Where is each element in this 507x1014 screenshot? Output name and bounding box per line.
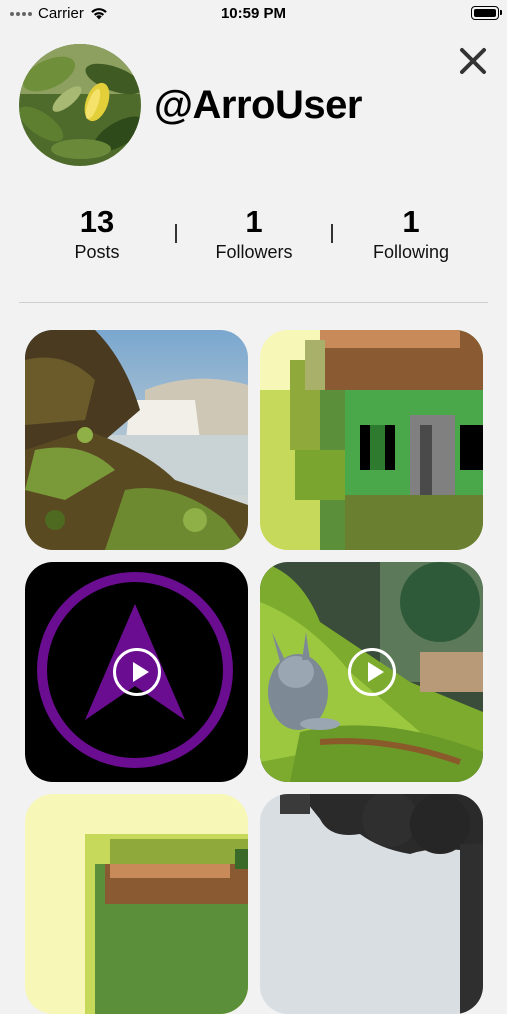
- username: @ArroUser: [154, 83, 362, 127]
- following-count: 1: [402, 204, 420, 239]
- followers-count: 1: [245, 204, 263, 239]
- stat-posts[interactable]: 13 Posts: [27, 203, 167, 263]
- post-thumbnail[interactable]: [260, 794, 483, 1014]
- posts-count: 13: [79, 204, 115, 239]
- status-time: 10:59 PM: [220, 5, 287, 22]
- stat-following[interactable]: 1 Following: [341, 203, 481, 263]
- tree-photo: [260, 794, 483, 1014]
- pixel-art-photo: [260, 330, 483, 550]
- stat-separator: [175, 224, 177, 243]
- avatar-photo: [19, 44, 141, 166]
- post-thumbnail[interactable]: [25, 794, 248, 1014]
- post-thumbnail[interactable]: [260, 330, 483, 550]
- waterfall-photo: [25, 330, 248, 550]
- profile-stats: 13 Posts 1 Followers 1 Following: [0, 203, 507, 273]
- stat-followers[interactable]: 1 Followers: [184, 203, 324, 263]
- post-thumbnail[interactable]: [25, 330, 248, 550]
- avatar[interactable]: [19, 44, 141, 166]
- stat-separator: [331, 224, 333, 243]
- battery-icon: [471, 6, 502, 20]
- posts-label: Posts: [74, 242, 120, 262]
- video-thumbnail[interactable]: [260, 562, 483, 782]
- following-label: Following: [372, 242, 450, 262]
- divider: [19, 302, 488, 303]
- play-icon[interactable]: [347, 648, 396, 696]
- pixel-art-photo: [25, 794, 248, 1014]
- video-thumbnail[interactable]: [25, 562, 248, 782]
- play-icon[interactable]: [112, 648, 161, 696]
- status-bar: Carrier 10:59 PM: [0, 0, 507, 28]
- close-icon[interactable]: [457, 45, 489, 77]
- followers-label: Followers: [215, 242, 293, 262]
